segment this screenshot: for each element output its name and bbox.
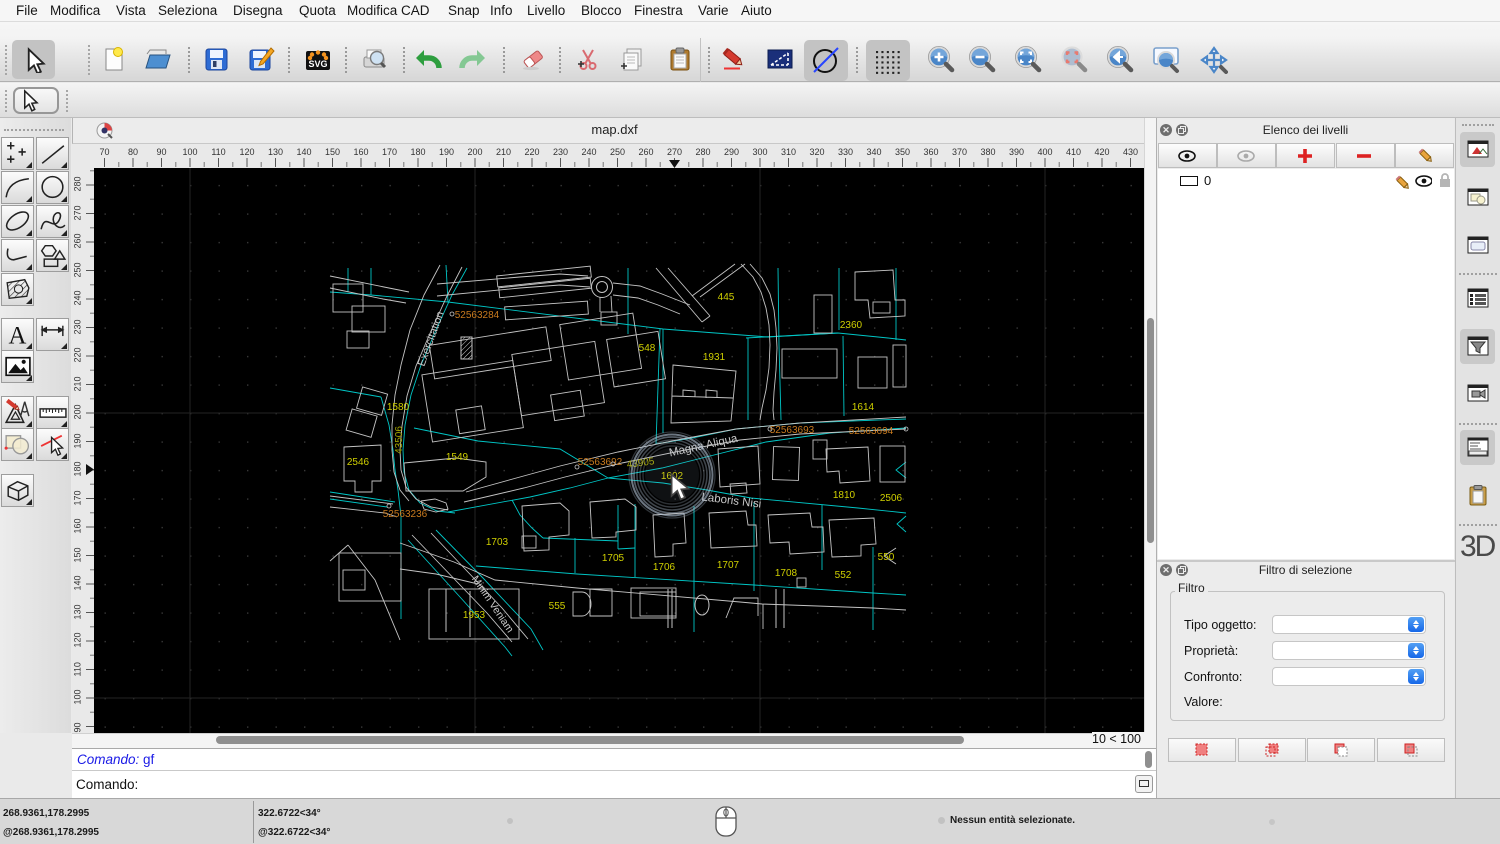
svg-text:1706: 1706 — [653, 562, 676, 573]
svg-text:1953: 1953 — [463, 610, 486, 621]
svg-text:1810: 1810 — [833, 490, 856, 501]
svg-text:2546: 2546 — [347, 457, 370, 468]
svg-text:1707: 1707 — [717, 560, 740, 571]
svg-text:2360: 2360 — [840, 320, 863, 331]
svg-text:A: A — [9, 322, 27, 349]
svg-text:2506: 2506 — [880, 493, 903, 504]
svg-text:1931: 1931 — [703, 352, 726, 363]
svg-text:548: 548 — [639, 343, 656, 354]
svg-text:1705: 1705 — [602, 553, 625, 564]
svg-text:445: 445 — [718, 292, 735, 303]
svg-text:1614: 1614 — [852, 402, 875, 413]
svg-text:550: 550 — [878, 552, 895, 563]
svg-text:552: 552 — [835, 570, 852, 581]
svg-text:1703: 1703 — [486, 537, 509, 548]
svg-text:43506: 43506 — [394, 426, 405, 454]
svg-text:52563692: 52563692 — [578, 457, 623, 468]
svg-text:1549: 1549 — [446, 452, 469, 463]
svg-text:52563284: 52563284 — [455, 310, 500, 321]
svg-text:52563236: 52563236 — [383, 509, 428, 520]
svg-text:52563694: 52563694 — [849, 426, 894, 437]
svg-text:555: 555 — [549, 601, 566, 612]
svg-text:SVG: SVG — [308, 59, 327, 69]
svg-text:52563693: 52563693 — [770, 425, 815, 436]
svg-text:1708: 1708 — [775, 568, 798, 579]
svg-text:1580: 1580 — [387, 402, 410, 413]
